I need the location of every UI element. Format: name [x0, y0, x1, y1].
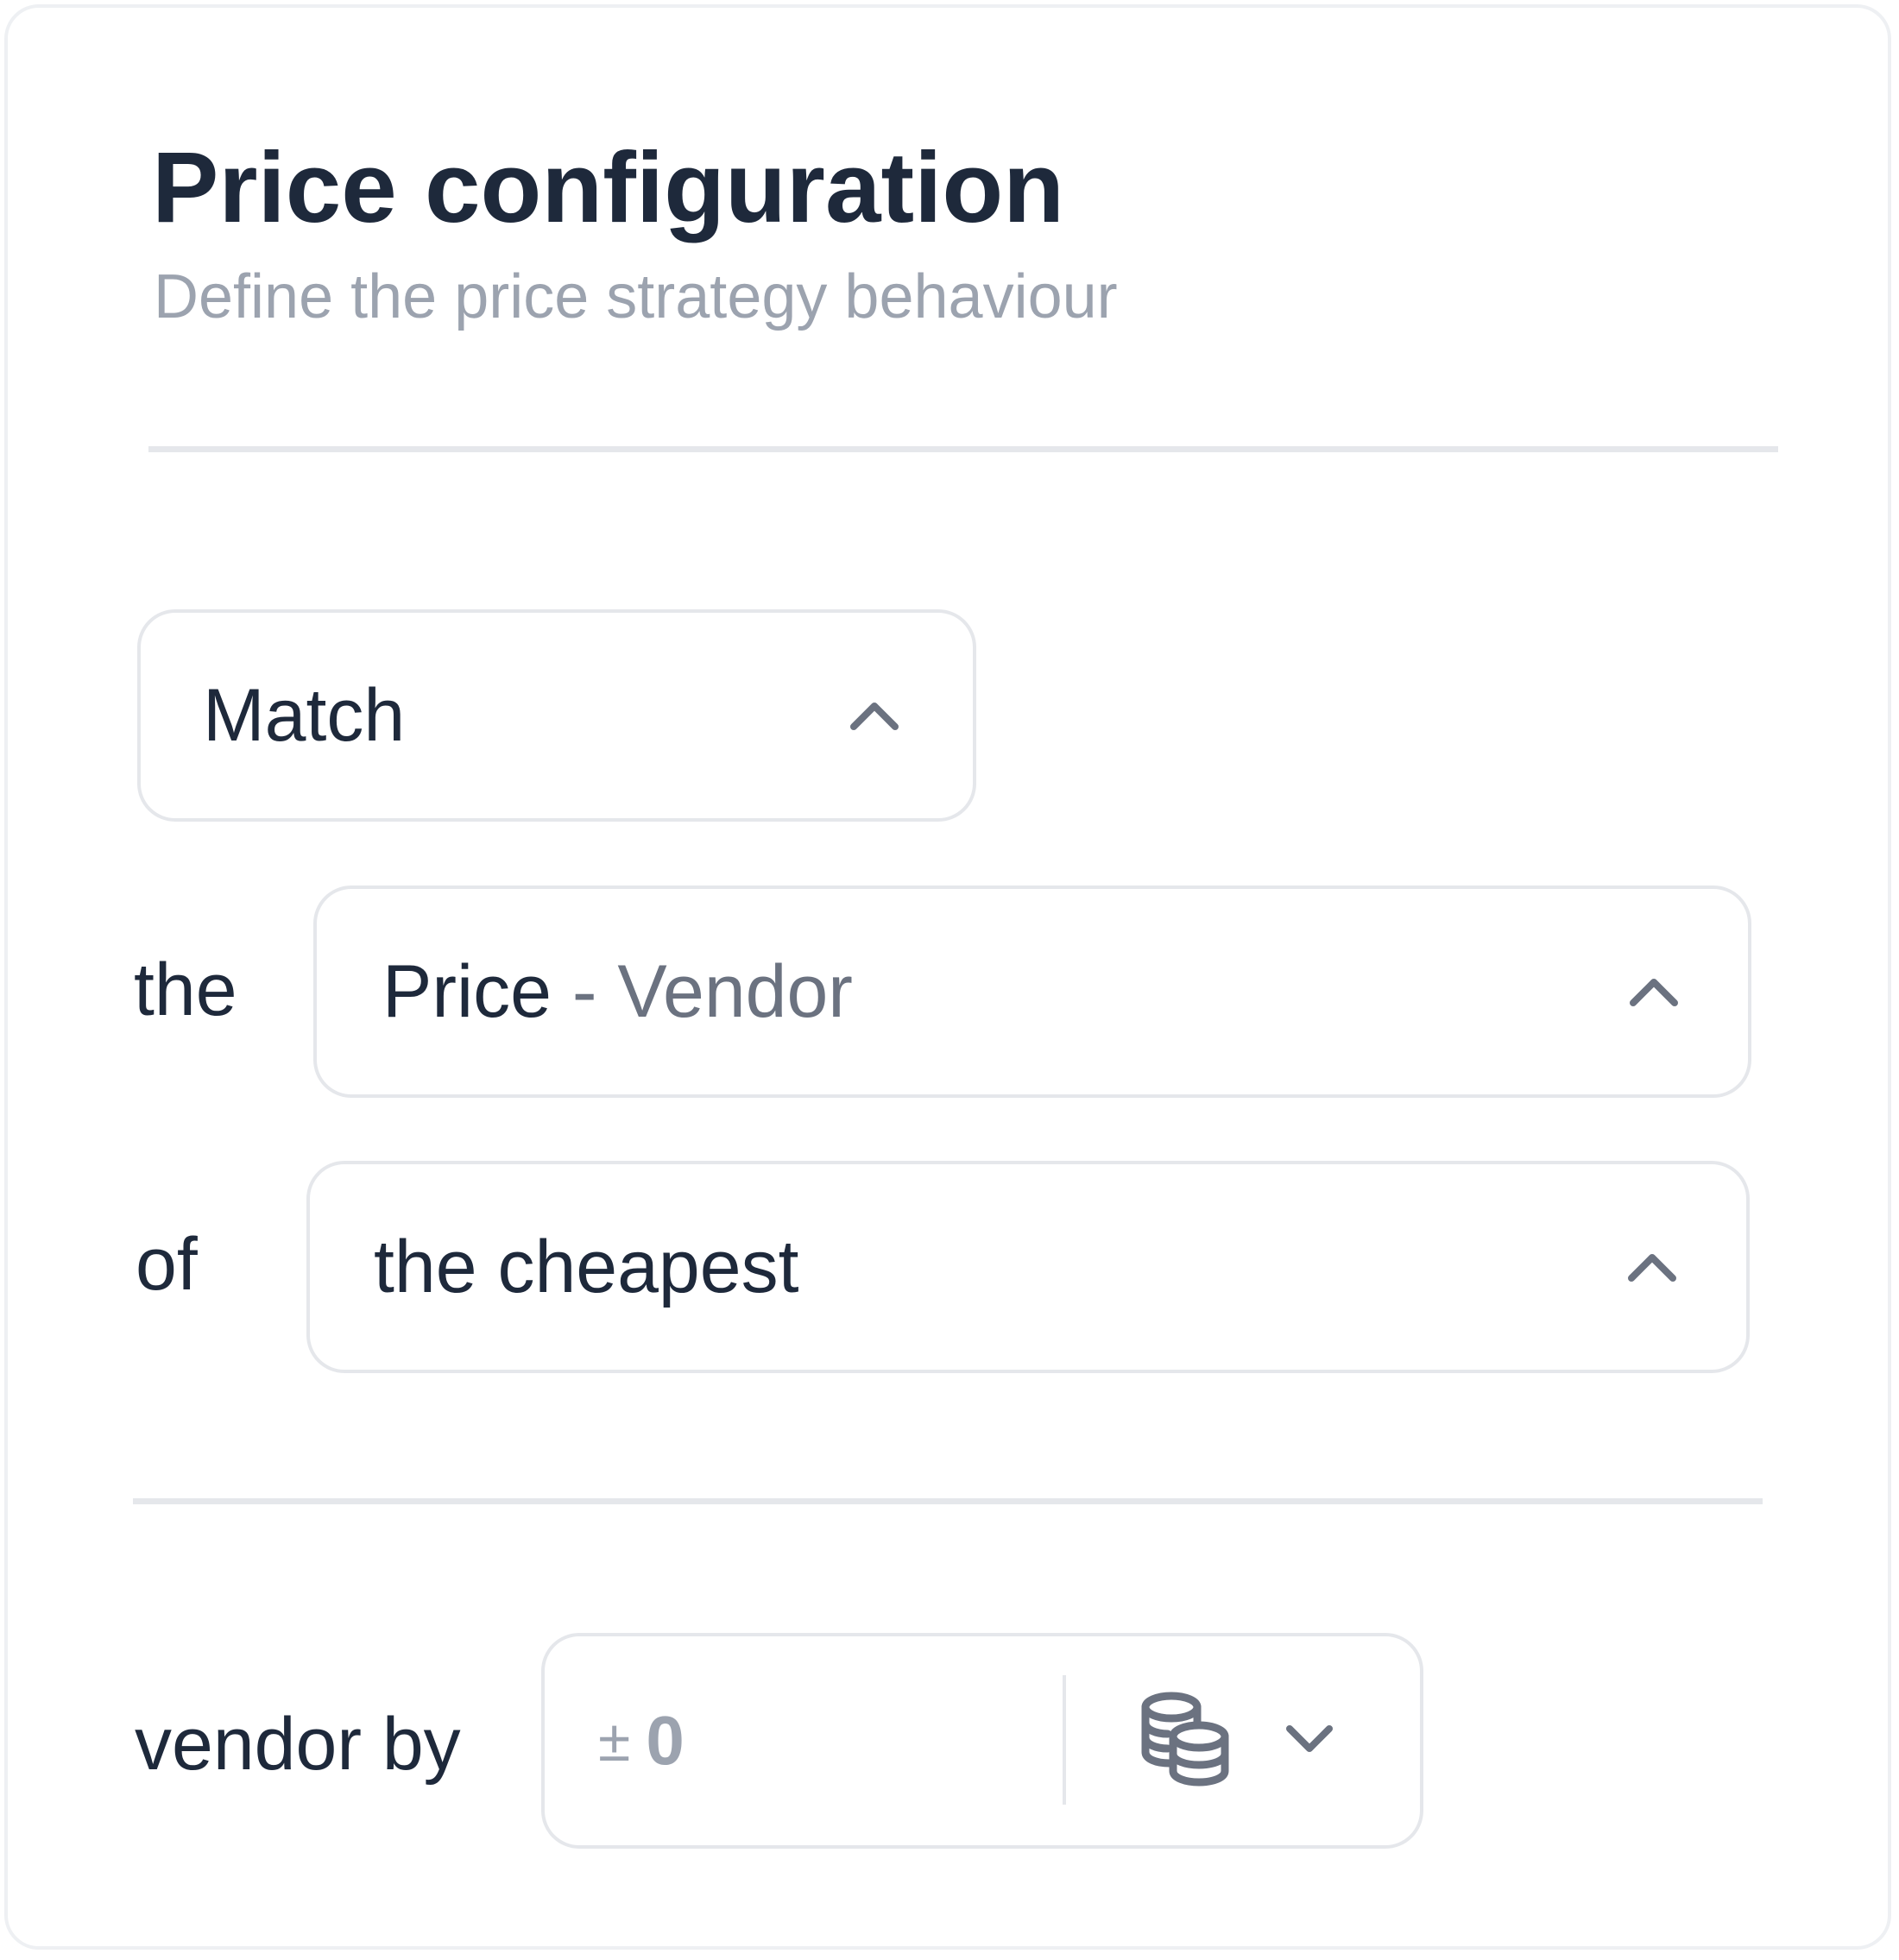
chevron-down-icon[interactable]	[1285, 1724, 1334, 1754]
page-subtitle: Define the price strategy behaviour	[154, 262, 1118, 331]
adjustment-amount-group: ± 0	[541, 1633, 1423, 1849]
price-attribute-value: Price - Vendor	[382, 889, 853, 1094]
adjustment-label: vendor by	[135, 1703, 461, 1786]
chevron-up-icon	[850, 703, 899, 730]
adjustment-amount-value: 0	[646, 1702, 685, 1779]
section-divider	[133, 1498, 1763, 1504]
strategy-action-select[interactable]: Match	[137, 609, 976, 822]
price-attribute-select[interactable]: Price - Vendor	[313, 885, 1751, 1098]
attribute-prefix-label: the	[134, 948, 237, 1031]
chevron-up-icon	[1630, 979, 1678, 1006]
input-separator	[1063, 1675, 1066, 1805]
target-select[interactable]: the cheapest	[306, 1161, 1750, 1373]
target-prefix-label: of	[136, 1223, 198, 1306]
header-divider	[148, 446, 1778, 452]
price-attribute-main: Price	[382, 949, 552, 1033]
strategy-action-value: Match	[203, 673, 406, 757]
plus-minus-sign: ±	[598, 1708, 631, 1774]
price-configuration-card: Price configuration Define the price str…	[4, 4, 1891, 1950]
chevron-up-icon	[1628, 1254, 1676, 1282]
target-value: the cheapest	[374, 1225, 799, 1308]
price-attribute-secondary: - Vendor	[571, 949, 853, 1033]
page-title: Price configuration	[152, 131, 1065, 243]
coins-icon[interactable]	[1137, 1690, 1233, 1789]
adjustment-amount-input[interactable]: ± 0	[598, 1636, 685, 1845]
